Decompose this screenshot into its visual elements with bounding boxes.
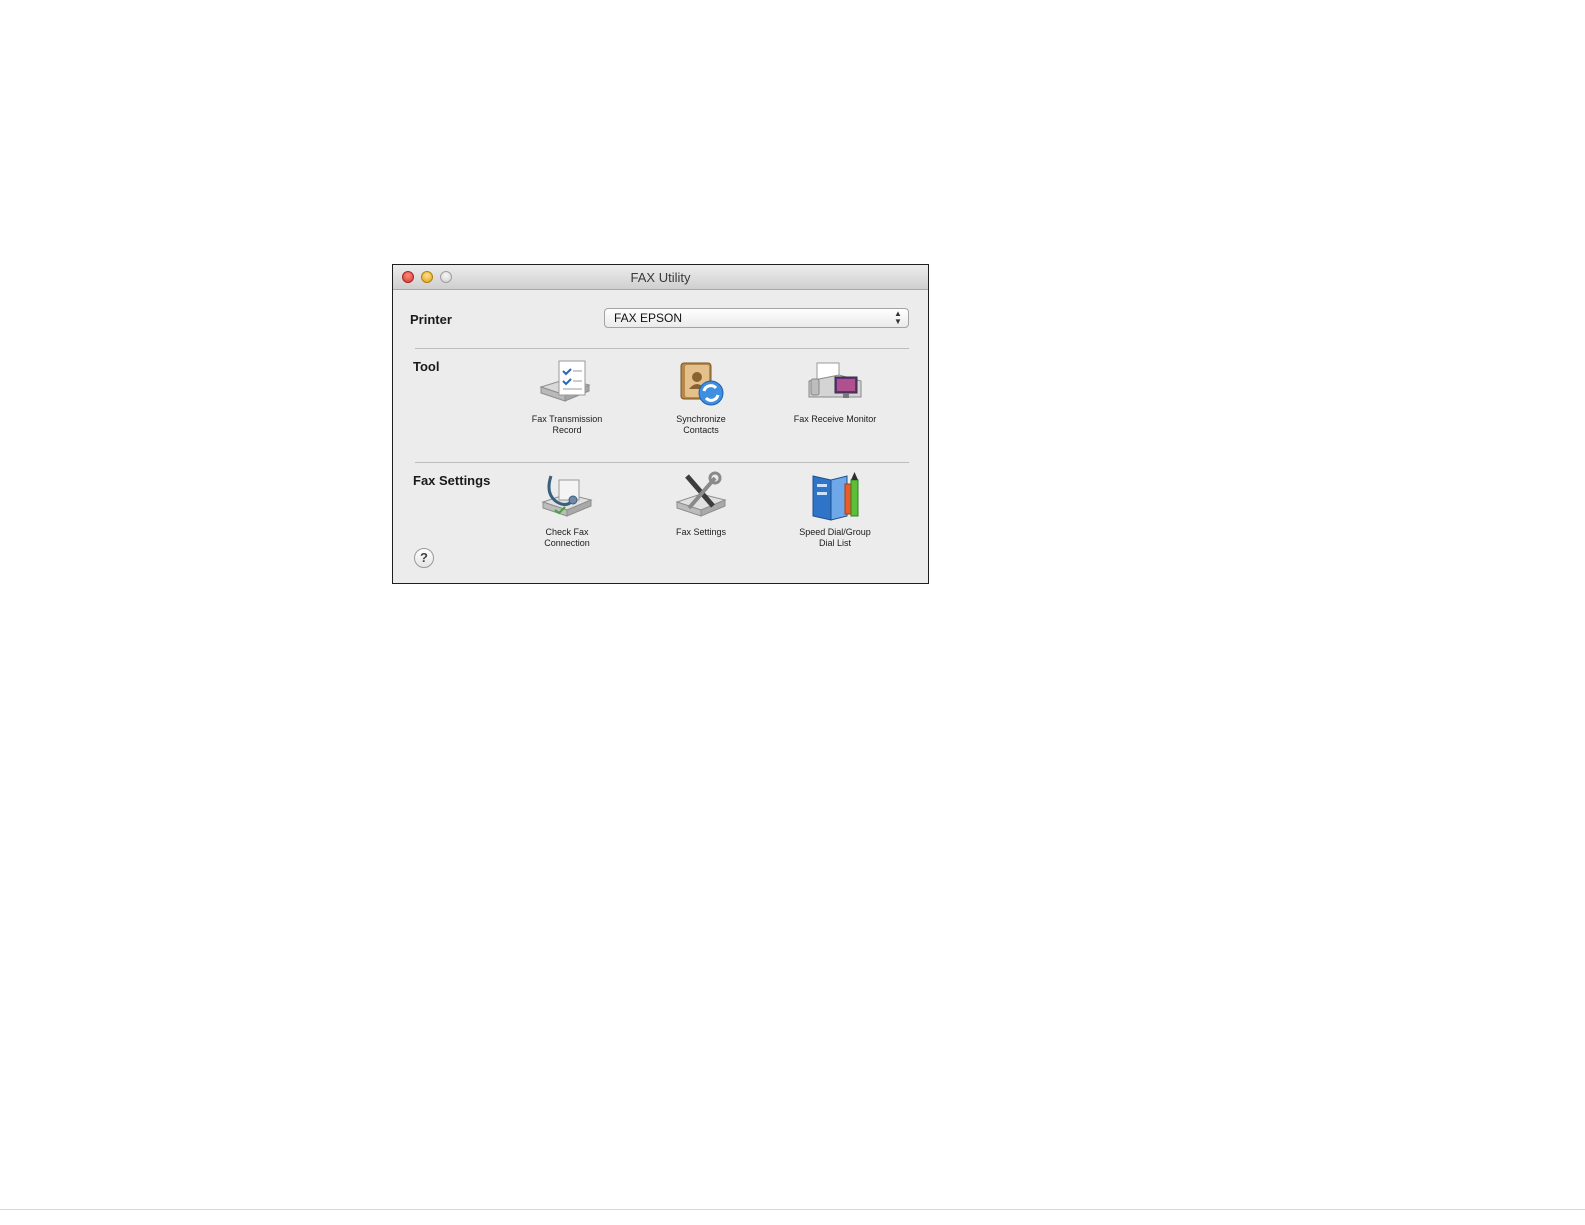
fax-settings-button[interactable]: Fax Settings xyxy=(641,470,761,538)
separator-fax-settings xyxy=(415,462,909,463)
window-title: FAX Utility xyxy=(630,270,691,285)
check-fax-connection-button[interactable]: Check Fax Connection xyxy=(507,470,627,549)
check-fax-connection-icon xyxy=(537,470,597,524)
check-fax-connection-label: Check Fax Connection xyxy=(544,527,590,548)
printer-select[interactable]: FAX EPSON ▲ ▼ xyxy=(604,308,909,328)
fax-transmission-record-button[interactable]: Fax Transmission Record xyxy=(507,357,627,436)
fax-settings-icon xyxy=(671,470,731,524)
synchronize-contacts-label: Synchronize Contacts xyxy=(676,414,726,435)
synchronize-contacts-button[interactable]: Synchronize Contacts xyxy=(641,357,761,436)
fax-transmission-record-icon xyxy=(537,357,597,411)
fax-settings-label: Fax Settings xyxy=(675,527,727,537)
tool-section-label: Tool xyxy=(413,359,440,374)
fax-utility-window: FAX Utility Printer FAX EPSON ▲ ▼ Tool Fa… xyxy=(392,264,929,584)
fax-receive-monitor-label: Fax Receive Monitor xyxy=(793,414,877,424)
title-bar[interactable]: FAX Utility xyxy=(393,265,928,290)
help-button[interactable]: ? xyxy=(414,548,434,568)
separator-tool xyxy=(415,348,909,349)
fax-receive-monitor-icon xyxy=(805,357,865,411)
fax-transmission-record-label: Fax Transmission Record xyxy=(531,414,603,435)
synchronize-contacts-icon xyxy=(671,357,731,411)
speed-dial-list-icon xyxy=(805,470,865,524)
fax-settings-section-label: Fax Settings xyxy=(413,473,491,488)
printer-select-value: FAX EPSON xyxy=(614,311,683,325)
select-arrows-icon: ▲ ▼ xyxy=(894,309,902,326)
fax-receive-monitor-button[interactable]: Fax Receive Monitor xyxy=(775,357,895,425)
printer-label: Printer xyxy=(410,312,452,327)
help-icon: ? xyxy=(420,550,428,565)
speed-dial-list-button[interactable]: Speed Dial/Group Dial List xyxy=(775,470,895,549)
speed-dial-list-label: Speed Dial/Group Dial List xyxy=(799,527,871,548)
page-bottom-rule xyxy=(0,1209,1585,1210)
